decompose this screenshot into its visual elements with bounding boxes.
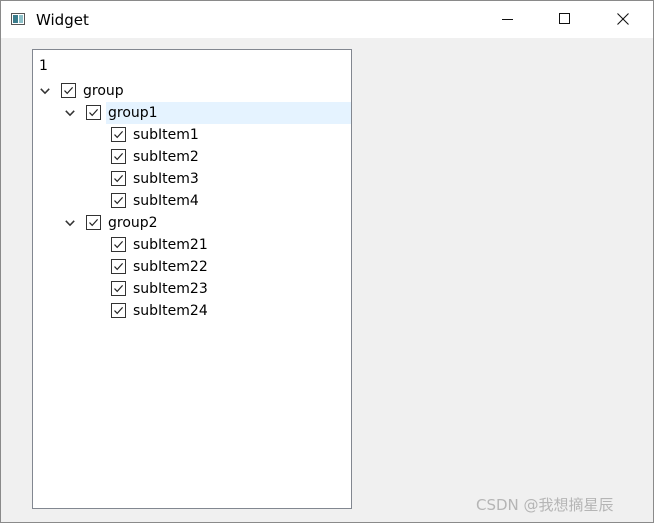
checkbox[interactable] [61,83,76,98]
check-icon [89,108,99,117]
window-title: Widget [36,11,89,29]
tree-header: 1 [39,58,48,74]
tree-item-label: subItem1 [133,127,199,143]
tree-item-label: group2 [108,215,158,231]
checkbox[interactable] [111,149,126,164]
minimize-button[interactable] [479,1,537,38]
check-icon [114,284,124,293]
tree-item-label: subItem2 [133,149,199,165]
check-icon [114,306,124,315]
checkbox[interactable] [111,237,126,252]
chevron-down-icon[interactable] [65,110,75,117]
watermark: CSDN @我想摘星辰 [476,496,614,514]
checkbox[interactable] [111,281,126,296]
checkbox[interactable] [86,105,101,120]
maximize-icon [559,13,570,24]
chevron-down-icon[interactable] [40,88,50,95]
close-icon [617,13,629,25]
checkbox[interactable] [111,193,126,208]
checkbox[interactable] [111,303,126,318]
tree-item-label: group1 [108,105,158,121]
tree-item-label: subItem22 [133,259,208,275]
tree-item-label: subItem21 [133,237,208,253]
check-icon [114,152,124,161]
tree-item-label: subItem24 [133,303,208,319]
tree-item-label: subItem3 [133,171,199,187]
checkbox[interactable] [86,215,101,230]
tree-item-label: group [83,83,124,99]
check-icon [89,218,99,227]
close-button[interactable] [595,1,653,38]
app-window: Widget 1 group group1 subItem1 subItem2 subI… [0,0,654,523]
check-icon [114,262,124,271]
chevron-down-icon[interactable] [65,220,75,227]
check-icon [64,86,74,95]
check-icon [114,240,124,249]
app-window-icon [11,13,25,25]
maximize-button[interactable] [537,1,595,38]
tree-item-label: subItem4 [133,193,199,209]
title-bar[interactable]: Widget [1,1,653,38]
tree-view[interactable]: 1 group group1 subItem1 subItem2 subItem3 sub… [32,49,352,509]
minimize-icon [502,19,513,20]
checkbox[interactable] [111,127,126,142]
checkbox[interactable] [111,171,126,186]
check-icon [114,196,124,205]
check-icon [114,174,124,183]
checkbox[interactable] [111,259,126,274]
check-icon [114,130,124,139]
tree-item-label: subItem23 [133,281,208,297]
